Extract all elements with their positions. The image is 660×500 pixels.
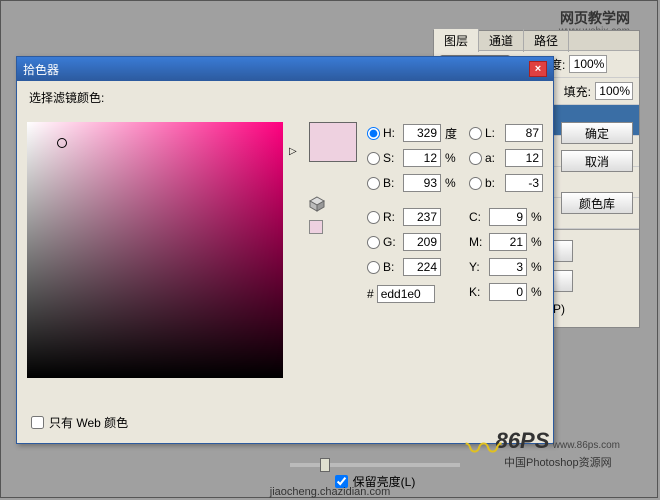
- h-radio[interactable]: [367, 127, 380, 140]
- cube-icon: [309, 196, 325, 212]
- lab-b-radio[interactable]: [469, 177, 482, 190]
- tab-channels[interactable]: 通道: [479, 29, 524, 52]
- titlebar[interactable]: 拾色器 ×: [17, 57, 553, 81]
- color-picker-dialog: 拾色器 × 选择滤镜颜色: ▷ H:度 S:% B:% R: G:: [16, 56, 554, 444]
- select-color-label: 选择滤镜颜色:: [29, 89, 541, 106]
- b-input[interactable]: [403, 258, 441, 276]
- m-input[interactable]: [489, 233, 527, 251]
- hue-indicator-icon: ▷: [289, 146, 297, 157]
- y-input[interactable]: [489, 258, 527, 276]
- c-input[interactable]: [489, 208, 527, 226]
- a-radio[interactable]: [469, 152, 482, 165]
- picker-ok-button[interactable]: 确定: [561, 122, 633, 144]
- h-input[interactable]: [403, 124, 441, 142]
- layers-tabs: 图层 通道 路径: [434, 31, 639, 51]
- swoosh-icon: 〰: [466, 420, 502, 472]
- watermark-top: 网页教学网: [560, 8, 630, 28]
- g-radio[interactable]: [367, 236, 380, 249]
- a-input[interactable]: [505, 149, 543, 167]
- b-radio[interactable]: [367, 261, 380, 274]
- s-radio[interactable]: [367, 152, 380, 165]
- logo-86ps: 〰 86PS www.86ps.com 中国Photoshop资源网: [496, 428, 620, 470]
- hex-input[interactable]: [377, 285, 435, 303]
- close-icon[interactable]: ×: [529, 61, 547, 77]
- l-input[interactable]: [505, 124, 543, 142]
- s-input[interactable]: [403, 149, 441, 167]
- lab-b-input[interactable]: [505, 174, 543, 192]
- web-only-label: 只有 Web 颜色: [49, 414, 128, 431]
- dialog-title: 拾色器: [23, 61, 59, 78]
- small-swatch[interactable]: [309, 220, 323, 234]
- r-radio[interactable]: [367, 211, 380, 224]
- web-only-checkbox[interactable]: [31, 416, 44, 429]
- bv-radio[interactable]: [367, 177, 380, 190]
- slider-thumb-icon[interactable]: [320, 458, 330, 472]
- density-slider[interactable]: [290, 463, 460, 467]
- opacity-input[interactable]: [569, 55, 607, 73]
- fill-input[interactable]: [595, 82, 633, 100]
- g-input[interactable]: [403, 233, 441, 251]
- picker-cancel-button[interactable]: 取消: [561, 150, 633, 172]
- tab-paths[interactable]: 路径: [524, 29, 569, 52]
- tab-layers[interactable]: 图层: [434, 29, 479, 52]
- k-input[interactable]: [489, 283, 527, 301]
- bottom-watermark: jiaocheng.chazidian.com: [270, 486, 390, 498]
- l-radio[interactable]: [469, 127, 482, 140]
- bv-input[interactable]: [403, 174, 441, 192]
- color-field[interactable]: [27, 122, 283, 378]
- r-input[interactable]: [403, 208, 441, 226]
- color-libs-button[interactable]: 颜色库: [561, 192, 633, 214]
- fill-label: 填充:: [564, 83, 591, 100]
- color-preview-swatch[interactable]: [309, 122, 357, 162]
- color-cursor-icon: [57, 138, 67, 148]
